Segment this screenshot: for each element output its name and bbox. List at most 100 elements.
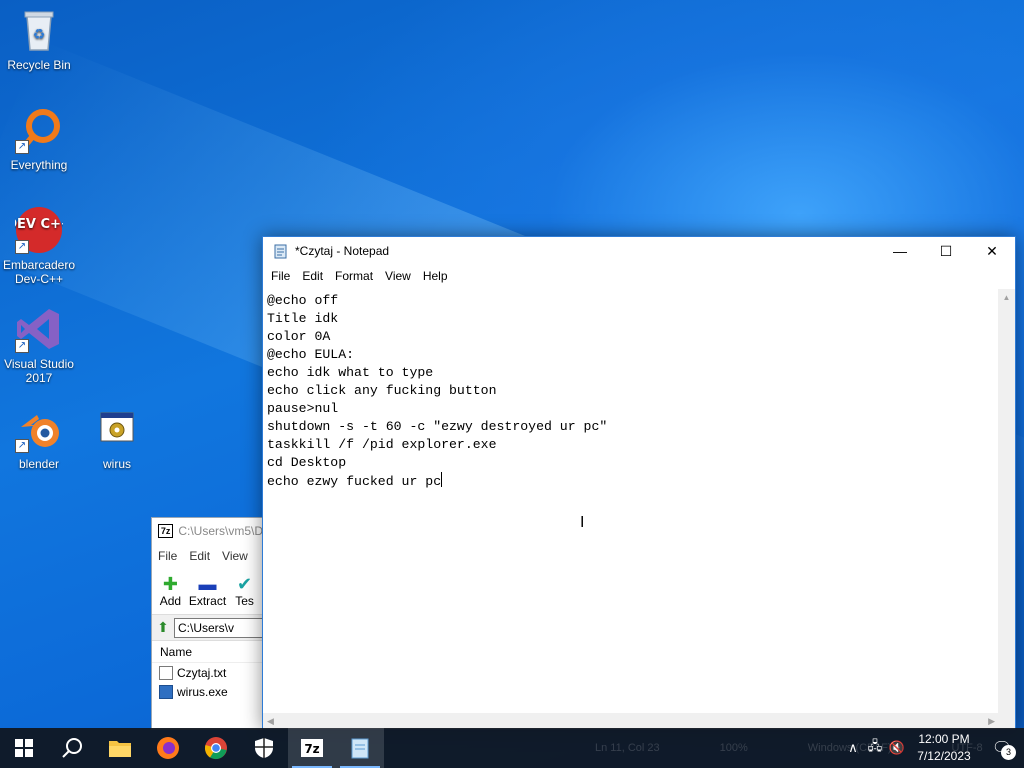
sevenzip-path-field[interactable]: C:\Users\v [174, 617, 263, 638]
scrollbar-corner [998, 713, 1015, 729]
close-icon: ✕ [986, 242, 998, 259]
add-button[interactable]: ✚ Add [152, 568, 189, 614]
windows-logo-icon [15, 739, 33, 757]
shield-icon [255, 738, 273, 758]
sevenzip-menu-view[interactable]: View [216, 549, 254, 563]
test-button-label: Tes [235, 594, 254, 608]
desktop-icon-label: blender [18, 457, 60, 471]
shortcut-arrow-icon: ↗ [15, 240, 29, 254]
shortcut-arrow-icon: ↗ [15, 339, 29, 353]
taskbar-7zip[interactable]: 7z [288, 728, 336, 768]
text-line: taskkill /f /pid explorer.exe [267, 437, 497, 452]
clock-date: 7/12/2023 [917, 749, 971, 763]
sevenzip-menu-edit[interactable]: Edit [183, 549, 216, 563]
text-line: pause>nul [267, 401, 339, 416]
chrome-icon [204, 737, 227, 760]
sevenzip-window[interactable]: 7z C:\Users\vm5\D File Edit View ✚ Add ▬… [151, 517, 264, 730]
desktop-icon-blender[interactable]: ↗ blender [0, 405, 78, 471]
scroll-left-icon[interactable]: ◀ [267, 716, 274, 727]
notepad-titlebar[interactable]: *Czytaj - Notepad — ☐ ✕ [263, 237, 1015, 265]
svg-text:♻: ♻ [33, 27, 46, 43]
horizontal-scrollbar[interactable]: ◀ ▶ [263, 713, 999, 729]
sevenzip-file-list: Name Czytaj.txt wirus.exe [152, 640, 263, 701]
batch-file-icon [93, 405, 141, 453]
text-line: echo ezwy fucked ur pc [267, 474, 442, 489]
maximize-button[interactable]: ☐ [923, 237, 969, 265]
sevenzip-titlebar[interactable]: 7z C:\Users\vm5\D [152, 518, 263, 544]
test-button[interactable]: ✔ Tes [226, 568, 263, 614]
search-button[interactable] [48, 728, 96, 768]
show-hidden-icons-chevron-icon[interactable]: ∧ [842, 740, 864, 756]
vertical-scrollbar[interactable]: ▲ [998, 289, 1015, 713]
visual-studio-icon: ↗ [15, 305, 63, 353]
text-file-icon [159, 665, 173, 680]
recycle-bin-icon: ♻ [15, 6, 63, 54]
menu-help[interactable]: Help [417, 269, 454, 283]
text-line: echo idk what to type [267, 365, 434, 380]
firefox-icon [157, 737, 179, 759]
search-icon [62, 738, 82, 758]
desktop-icon-visual-studio[interactable]: ↗ Visual Studio 2017 [0, 305, 78, 385]
notepad-icon [274, 244, 287, 259]
clock[interactable]: 12:00 PM 7/12/2023 [908, 731, 980, 765]
scroll-up-icon[interactable]: ▲ [998, 289, 1015, 306]
network-icon[interactable]: 🖧 [864, 737, 886, 759]
sevenzip-toolbar: ✚ Add ▬ Extract ✔ Tes [152, 568, 263, 614]
notepad-window[interactable]: *Czytaj - Notepad — ☐ ✕ File Edit Format… [262, 236, 1016, 730]
taskbar-notepad[interactable] [336, 728, 384, 768]
folder-icon [109, 741, 131, 757]
add-button-label: Add [159, 594, 182, 608]
everything-search-icon: ↗ [15, 106, 63, 154]
list-item[interactable]: Czytaj.txt [152, 663, 263, 682]
folder-up-icon[interactable]: ⬆ [152, 619, 174, 636]
text-line: Title idk [267, 311, 339, 326]
taskbar-security[interactable] [240, 728, 288, 768]
close-button[interactable]: ✕ [969, 237, 1015, 265]
file-name: wirus.exe [177, 684, 228, 699]
ghost-cursor-position: Ln 11, Col 23 [595, 742, 660, 754]
action-center-button[interactable]: 🗨 3 [980, 728, 1024, 768]
extract-button[interactable]: ▬ Extract [189, 568, 226, 614]
notification-count-badge: 3 [1001, 745, 1016, 760]
desktop-icon-dev-cpp[interactable]: DEV C++ ↗ Embarcadero Dev-C++ [0, 206, 78, 286]
sevenzip-window-title: C:\Users\vm5\D [178, 524, 263, 538]
maximize-icon: ☐ [939, 242, 953, 259]
notepad-window-title: *Czytaj - Notepad [295, 244, 390, 258]
desktop-icon-label: Everything [10, 158, 68, 172]
desktop-icon-everything[interactable]: ↗ Everything [0, 106, 78, 172]
svg-text:7z: 7z [304, 742, 319, 756]
file-name: Czytaj.txt [177, 665, 227, 680]
menu-view[interactable]: View [379, 269, 417, 283]
shortcut-arrow-icon: ↗ [15, 140, 29, 154]
start-button[interactable] [0, 728, 48, 768]
text-line: @echo off [267, 293, 339, 308]
taskbar-chrome[interactable] [192, 728, 240, 768]
volume-muted-icon[interactable]: 🔇 [886, 740, 908, 756]
7zip-icon: 7z [301, 739, 323, 757]
clock-time: 12:00 PM [918, 732, 970, 746]
list-item[interactable]: wirus.exe [152, 682, 263, 701]
sevenzip-address-bar: ⬆ C:\Users\v [152, 614, 263, 640]
taskbar-file-explorer[interactable] [96, 728, 144, 768]
text-line: @echo EULA: [267, 347, 355, 362]
sevenzip-menu-file[interactable]: File [152, 549, 183, 563]
text-line: shutdown -s -t 60 -c "ezwy destroyed ur … [267, 419, 608, 434]
extract-icon: ▬ [198, 574, 217, 594]
text-line-last: echo ezwy fucked ur pc [267, 472, 995, 491]
taskbar-firefox[interactable] [144, 728, 192, 768]
desktop-icon-label: wirus [102, 457, 131, 471]
menu-file[interactable]: File [265, 269, 296, 283]
extract-button-label: Extract [188, 594, 227, 608]
notepad-text-area[interactable]: @echo off Title idk color 0A @echo EULA: ech… [263, 289, 999, 713]
column-header-name[interactable]: Name [152, 641, 263, 663]
menu-edit[interactable]: Edit [296, 269, 329, 283]
shortcut-arrow-icon: ↗ [15, 439, 29, 453]
scroll-right-icon[interactable]: ▶ [988, 716, 995, 727]
menu-format[interactable]: Format [329, 269, 379, 283]
ibeam-cursor-icon: I [580, 514, 585, 531]
notepad-icon [351, 738, 369, 759]
desktop-icon-label: Visual Studio 2017 [4, 357, 74, 385]
minimize-button[interactable]: — [877, 237, 923, 265]
desktop-icon-recycle-bin[interactable]: ♻ Recycle Bin [0, 6, 78, 72]
desktop-icon-wirus[interactable]: wirus [78, 405, 156, 471]
